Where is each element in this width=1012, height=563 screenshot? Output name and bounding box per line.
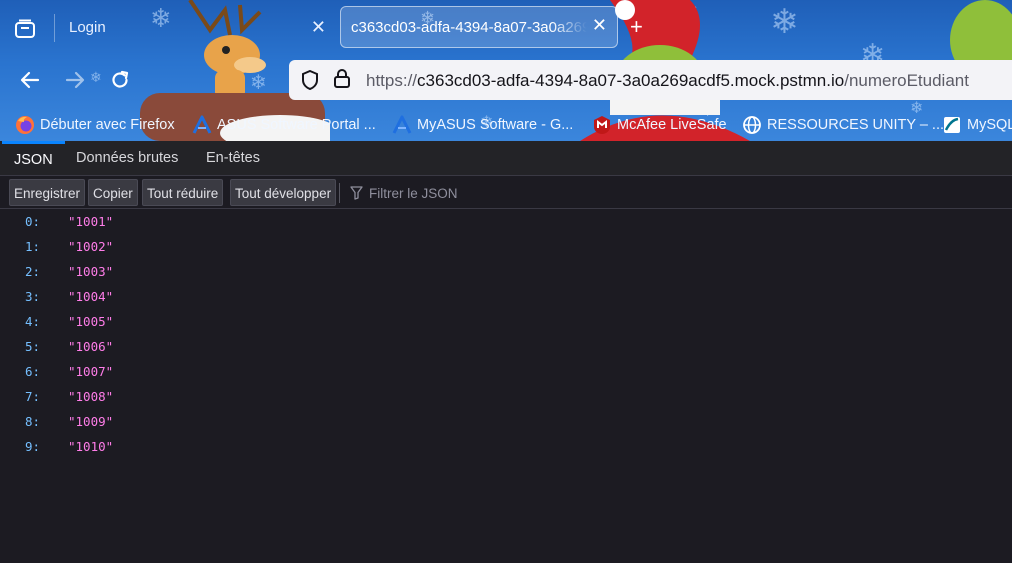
json-row[interactable]: 7: "1008" bbox=[0, 386, 1012, 411]
bookmark-item[interactable]: MySQL bbox=[942, 114, 1012, 136]
json-row[interactable]: 1: "1002" bbox=[0, 236, 1012, 261]
json-row[interactable]: 2: "1003" bbox=[0, 261, 1012, 286]
json-value: "1006" bbox=[68, 339, 114, 354]
tab-json[interactable]: JSON bbox=[2, 141, 65, 176]
firefox-icon bbox=[15, 115, 35, 135]
bookmark-label: ASUS Software Portal ... bbox=[217, 117, 376, 133]
json-key: 6: bbox=[25, 364, 41, 379]
json-row[interactable]: 6: "1007" bbox=[0, 361, 1012, 386]
json-key: 2: bbox=[25, 264, 41, 279]
json-key: 5: bbox=[25, 339, 41, 354]
bookmark-item[interactable]: MyASUS Software - G... bbox=[392, 114, 573, 136]
reload-button[interactable] bbox=[106, 66, 134, 94]
shield-icon[interactable] bbox=[301, 69, 319, 95]
mysql-icon bbox=[942, 115, 962, 135]
reload-icon bbox=[112, 70, 129, 88]
collapse-all-button[interactable]: Tout réduire bbox=[142, 179, 224, 206]
expand-all-button[interactable]: Tout développer bbox=[230, 179, 337, 206]
json-value: "1003" bbox=[68, 264, 114, 279]
json-value: "1004" bbox=[68, 289, 114, 304]
viewer-tabs: JSON Données brutes En-têtes bbox=[0, 141, 1012, 176]
json-value: "1002" bbox=[68, 239, 114, 254]
asus-icon bbox=[192, 115, 212, 135]
json-toolbar: Enregistrer Copier Tout réduire Tout dév… bbox=[0, 177, 1012, 209]
new-tab-icon[interactable]: + bbox=[630, 14, 643, 40]
bookmark-label: RESSOURCES UNITY – ... bbox=[767, 117, 944, 133]
globe-icon bbox=[742, 115, 762, 135]
address-bar[interactable]: https://c363cd03-adfa-4394-8a07-3a0a269a… bbox=[289, 60, 1012, 100]
arrow-left-icon bbox=[20, 71, 40, 89]
tab-title: Login bbox=[69, 18, 106, 36]
url-host: c363cd03-adfa-4394-8a07-3a0a269acdf5.moc… bbox=[417, 71, 845, 90]
bookmark-item[interactable]: Débuter avec Firefox bbox=[15, 114, 175, 136]
tab-overview-icon[interactable] bbox=[8, 12, 42, 46]
navigation-bar: https://c363cd03-adfa-4394-8a07-3a0a269a… bbox=[0, 56, 1012, 104]
json-key: 0: bbox=[25, 214, 41, 229]
json-value: "1008" bbox=[68, 389, 114, 404]
tab-active[interactable]: c363cd03-adfa-4394-8a07-3a0a269acdf5.moc… bbox=[340, 6, 618, 48]
tab-login[interactable]: Login ✕ bbox=[56, 6, 334, 48]
browser-chrome: ❄ ❄ ❄ ❄ ❄ ❄ ❄ ❄ ❄ ❄ bbox=[0, 0, 1012, 141]
json-key: 9: bbox=[25, 439, 41, 454]
json-row[interactable]: 9: "1010" bbox=[0, 436, 1012, 461]
mcafee-icon bbox=[592, 115, 612, 135]
json-value: "1005" bbox=[68, 314, 114, 329]
json-value: "1007" bbox=[68, 364, 114, 379]
json-value: "1001" bbox=[68, 214, 114, 229]
bookmark-label: MySQL bbox=[967, 117, 1012, 133]
tab-separator bbox=[54, 14, 55, 42]
json-row[interactable]: 4: "1005" bbox=[0, 311, 1012, 336]
filter-json[interactable]: Filtrer le JSON bbox=[350, 183, 458, 203]
copy-button[interactable]: Copier bbox=[88, 179, 138, 206]
toolbar-divider bbox=[339, 183, 340, 203]
json-value: "1009" bbox=[68, 414, 114, 429]
tab-strip: Login ✕ c363cd03-adfa-4394-8a07-3a0a269a… bbox=[0, 0, 1012, 56]
close-icon[interactable]: ✕ bbox=[592, 15, 607, 36]
bookmark-label: McAfee LiveSafe bbox=[617, 117, 727, 133]
json-key: 4: bbox=[25, 314, 41, 329]
filter-icon bbox=[350, 186, 363, 200]
json-row[interactable]: 8: "1009" bbox=[0, 411, 1012, 436]
tab-title: c363cd03-adfa-4394-8a07-3a0a269acdf5.moc… bbox=[351, 18, 587, 36]
json-tree: 0: "1001" 1: "1002" 2: "1003" 3: "1004" 4: "1005"… bbox=[0, 211, 1012, 461]
url-text[interactable]: https://c363cd03-adfa-4394-8a07-3a0a269a… bbox=[366, 71, 969, 91]
url-protocol: https:// bbox=[366, 71, 418, 90]
forward-button[interactable] bbox=[61, 66, 89, 94]
json-value: "1010" bbox=[68, 439, 114, 454]
bookmark-item[interactable]: McAfee LiveSafe bbox=[592, 114, 727, 136]
asus-icon bbox=[392, 115, 412, 135]
json-key: 8: bbox=[25, 414, 41, 429]
tab-headers[interactable]: En-têtes bbox=[194, 141, 272, 176]
arrow-right-icon bbox=[65, 71, 85, 89]
close-icon[interactable]: ✕ bbox=[311, 17, 326, 38]
json-row[interactable]: 3: "1004" bbox=[0, 286, 1012, 311]
json-row[interactable]: 5: "1006" bbox=[0, 336, 1012, 361]
filter-input[interactable]: Filtrer le JSON bbox=[369, 186, 458, 201]
json-key: 3: bbox=[25, 289, 41, 304]
bookmark-label: MyASUS Software - G... bbox=[417, 117, 574, 133]
json-key: 7: bbox=[25, 389, 41, 404]
json-row[interactable]: 0: "1001" bbox=[0, 211, 1012, 236]
json-key: 1: bbox=[25, 239, 41, 254]
tab-raw-data[interactable]: Données brutes bbox=[64, 141, 190, 176]
bookmarks-toolbar: Débuter avec Firefox ASUS Software Porta… bbox=[0, 108, 1012, 140]
back-button[interactable] bbox=[16, 66, 44, 94]
bookmark-item[interactable]: RESSOURCES UNITY – ... bbox=[742, 114, 944, 136]
lock-icon[interactable] bbox=[333, 69, 351, 94]
bookmark-item[interactable]: ASUS Software Portal ... bbox=[192, 114, 376, 136]
bookmark-label: Débuter avec Firefox bbox=[40, 117, 175, 133]
save-button[interactable]: Enregistrer bbox=[9, 179, 86, 206]
url-path: /numeroEtudiant bbox=[844, 71, 969, 90]
json-viewer: JSON Données brutes En-têtes Enregistrer… bbox=[0, 141, 1012, 563]
